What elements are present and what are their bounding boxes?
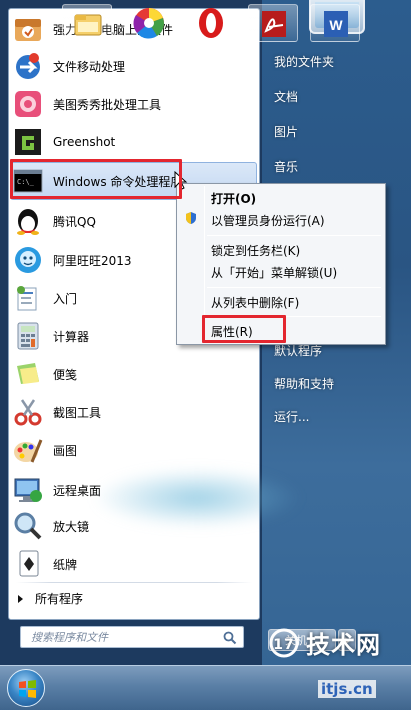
aliwangwang-icon	[12, 244, 44, 276]
opera-icon	[199, 8, 223, 38]
uac-shield-icon	[184, 211, 198, 225]
search-placeholder: 搜索程序和文件	[31, 631, 108, 644]
program-solitaire[interactable]: 纸牌	[10, 546, 258, 582]
watermark-logo-icon: 17	[269, 628, 299, 657]
taskbar-word[interactable]: W	[310, 4, 360, 42]
program-label: 便笺	[53, 367, 78, 382]
solitaire-icon	[12, 548, 44, 580]
program-label: 画图	[53, 443, 78, 458]
snipping-tool-icon	[12, 396, 44, 428]
program-label: Greenshot	[53, 135, 116, 149]
all-programs-label: 所有程序	[35, 592, 84, 606]
greenshot-icon	[12, 126, 44, 158]
qq-icon	[12, 205, 44, 237]
arrow-right-icon	[18, 594, 23, 603]
program-label: 腾讯QQ	[53, 214, 96, 229]
svg-text:W: W	[329, 17, 343, 33]
menu-open[interactable]: 打开(O)	[211, 190, 256, 207]
watermark-url: itjs.cn	[318, 680, 376, 698]
menu-unpin-start[interactable]: 从「开始」菜单解锁(U)	[211, 264, 337, 281]
right-item-my-folder[interactable]: 我的文件夹	[274, 53, 334, 70]
sticky-notes-icon	[12, 358, 44, 390]
right-item-documents[interactable]: 文档	[274, 88, 298, 105]
menu-remove-from-list[interactable]: 从列表中删除(F)	[211, 294, 299, 311]
remote-desktop-icon	[12, 474, 44, 506]
program-label: 文件移动处理	[53, 59, 126, 74]
program-label: 纸牌	[53, 557, 78, 572]
calculator-icon	[12, 320, 44, 352]
paint-icon	[12, 434, 44, 466]
taskbar-opera[interactable]	[186, 4, 236, 42]
all-programs-button[interactable]: 所有程序	[18, 590, 83, 607]
menu-properties[interactable]: 属性(R)	[211, 323, 253, 340]
context-menu: 打开(O) 以管理员身份运行(A) 锁定到任务栏(K) 从「开始」菜单解锁(U)…	[176, 183, 386, 345]
start-button[interactable]	[7, 669, 45, 707]
file-move-icon	[12, 50, 44, 82]
right-item-music[interactable]: 音乐	[274, 158, 298, 175]
meitu-icon	[12, 88, 44, 120]
search-icon[interactable]	[223, 631, 237, 645]
word-icon: W	[324, 11, 348, 37]
program-meitu[interactable]: 美图秀秀批处理工具	[10, 86, 258, 122]
program-label: Windows 命令处理程序	[53, 174, 183, 189]
blurred-watermark	[92, 468, 302, 528]
uninstaller-icon	[12, 13, 44, 45]
windows-logo-icon	[19, 680, 36, 698]
program-label: 放大镜	[53, 519, 90, 534]
search-input[interactable]: 搜索程序和文件	[20, 626, 244, 648]
program-label: 美图秀秀批处理工具	[53, 97, 162, 112]
taskbar-chrome[interactable]	[124, 4, 174, 42]
mouse-cursor-icon	[174, 170, 188, 194]
menu-run-as-admin[interactable]: 以管理员身份运行(A)	[211, 212, 325, 229]
cmd-icon: C:\_	[12, 165, 44, 197]
program-sticky-notes[interactable]: 便笺	[10, 356, 258, 392]
right-item-help[interactable]: 帮助和支持	[274, 375, 334, 392]
getting-started-icon	[12, 282, 44, 314]
pdf-icon	[262, 11, 286, 37]
divider	[16, 582, 252, 583]
menu-pin-taskbar[interactable]: 锁定到任务栏(K)	[211, 242, 300, 259]
folder-icon	[74, 14, 102, 36]
taskbar-acrobat[interactable]	[248, 4, 298, 42]
program-file-move[interactable]: 文件移动处理	[10, 48, 258, 84]
taskbar-explorer[interactable]	[62, 4, 112, 42]
watermark-brand: 17 技术网	[268, 625, 381, 660]
svg-text:C:\_: C:\_	[17, 178, 35, 186]
program-paint[interactable]: 画图	[10, 432, 258, 468]
program-label: 计算器	[53, 329, 90, 344]
program-label: 截图工具	[53, 405, 102, 420]
program-label: 阿里旺旺2013	[53, 253, 132, 268]
program-snipping-tool[interactable]: 截图工具	[10, 394, 258, 430]
right-item-run[interactable]: 运行...	[274, 408, 309, 425]
magnifier-icon	[12, 510, 44, 542]
color-wheel-icon	[133, 8, 164, 39]
right-item-pictures[interactable]: 图片	[274, 123, 298, 140]
watermark-brand-text: 技术网	[306, 631, 381, 659]
program-greenshot[interactable]: Greenshot	[10, 124, 258, 160]
program-label: 入门	[53, 291, 78, 306]
svg-text:17: 17	[273, 637, 294, 653]
